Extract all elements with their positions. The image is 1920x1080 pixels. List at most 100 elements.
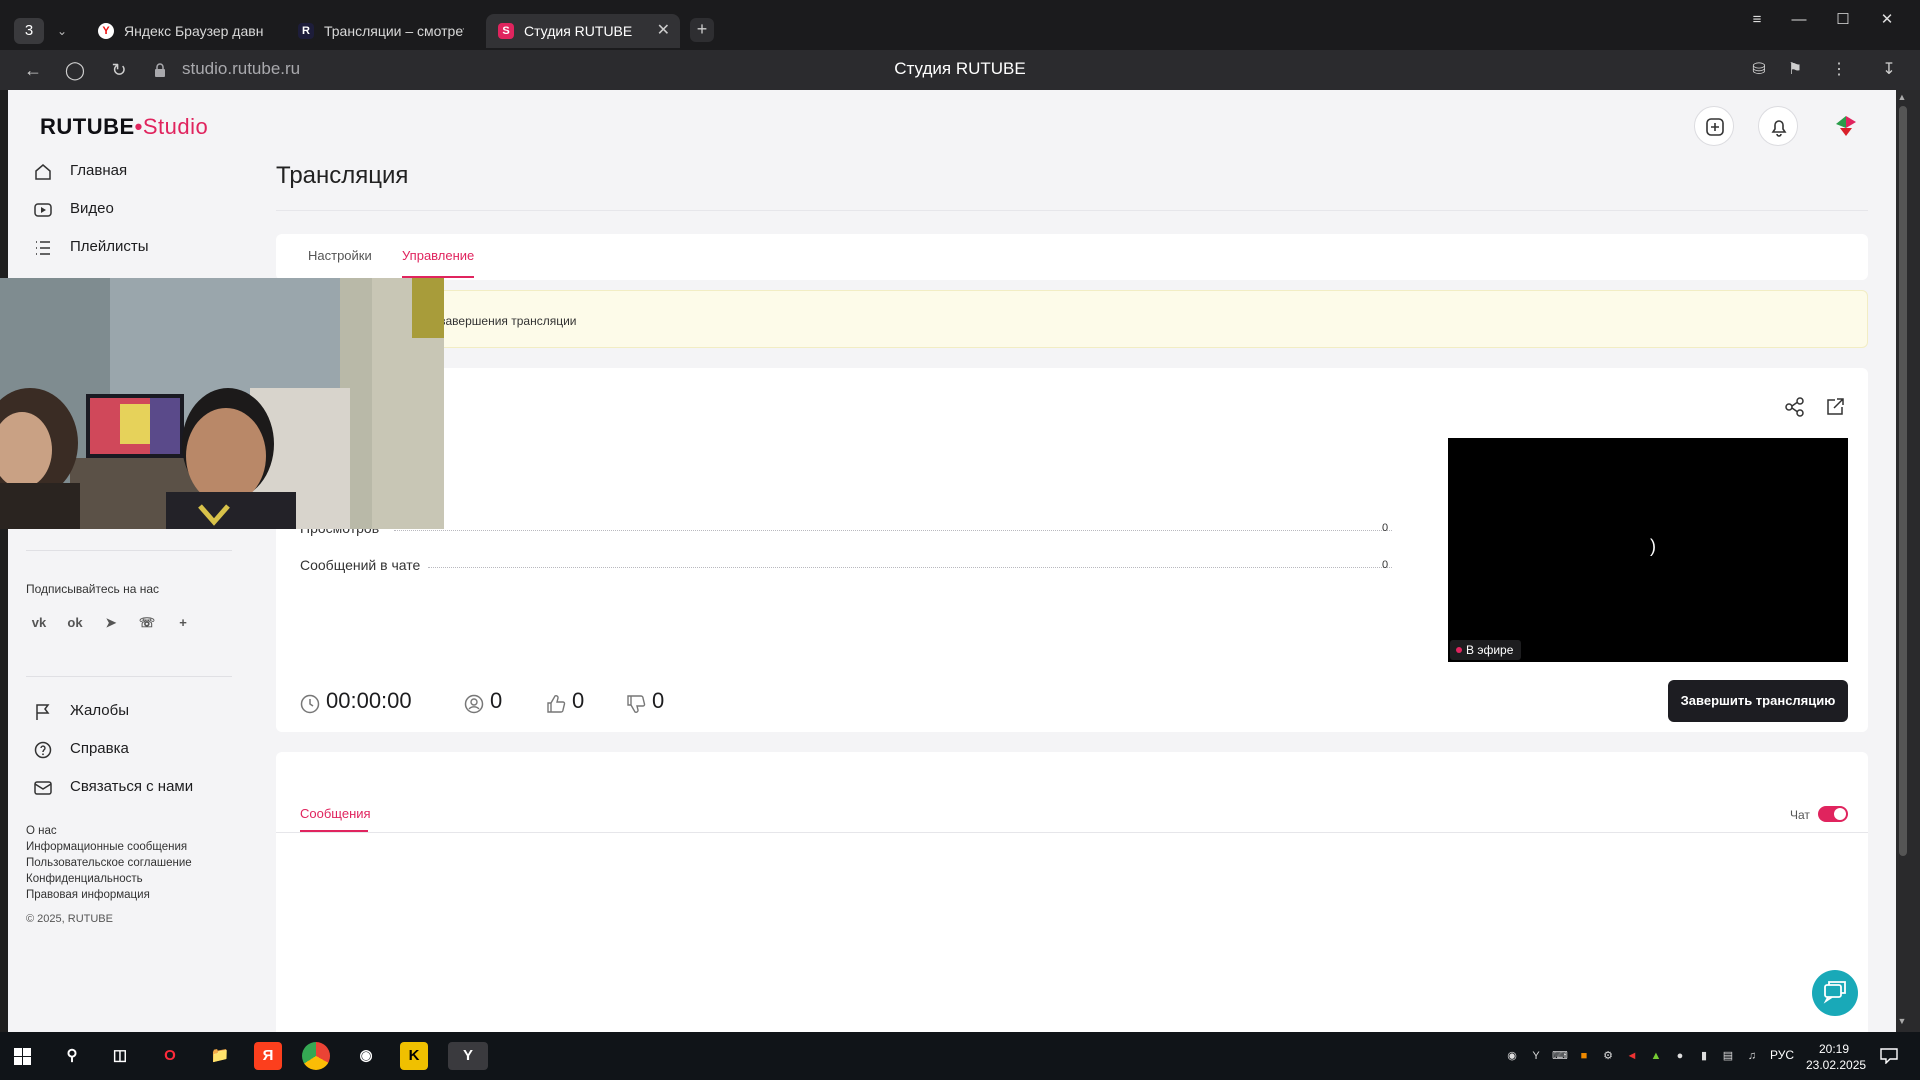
tray-app-icon[interactable]: ◉ <box>1504 1048 1520 1064</box>
browser-tab-bar: 3 ⌄ Y Яндекс Браузер давно не R Трансляц… <box>0 0 1920 50</box>
footer-link-privacy[interactable]: Конфиденциальность <box>26 873 143 885</box>
minimize-icon[interactable]: — <box>1782 8 1816 32</box>
obs-icon[interactable]: ◉ <box>352 1042 380 1070</box>
extensions-icon[interactable]: ⛁ <box>1746 58 1772 82</box>
maximize-icon[interactable]: ☐ <box>1826 8 1860 32</box>
tray-network-icon[interactable]: ▤ <box>1720 1048 1736 1064</box>
tab-settings[interactable]: Настройки <box>308 248 372 263</box>
browser-tab-rutube[interactable]: R Трансляции – смотреть в <box>286 14 478 48</box>
tab-label: Трансляции – смотреть в <box>324 23 464 39</box>
chat-bubble-icon <box>1823 981 1846 1004</box>
chat-toggle[interactable] <box>1818 806 1848 822</box>
share-icon[interactable] <box>1784 396 1806 418</box>
url-field[interactable]: studio.rutube.ru <box>182 59 300 79</box>
new-tab-button[interactable]: + <box>690 18 714 42</box>
sidebar-item-label: Связаться с нами <box>70 778 194 795</box>
app-icon[interactable]: K <box>400 1042 428 1070</box>
clock-time: 20:19 <box>1818 1042 1850 1056</box>
webcam-feed-image <box>0 278 444 529</box>
footer-link-info[interactable]: Информационные сообщения <box>26 841 187 853</box>
windows-start-icon[interactable] <box>14 1048 31 1065</box>
menu-icon[interactable]: ≡ <box>1740 8 1774 32</box>
telegram-icon[interactable]: ➤ <box>98 610 124 636</box>
avatar[interactable] <box>1826 106 1866 146</box>
address-bar: ← ◯ ↻ studio.rutube.ru Студия RUTUBE ⛁ ⚑… <box>0 50 1920 90</box>
windows-taskbar: ⚲ ◫ O 📁 Я ◉ K Y ◉ Y ⌨ ■ ⚙ ◄ ▲ ● ▮ ▤ ♫ РУ… <box>0 1032 1920 1080</box>
footer-link-about[interactable]: О нас <box>26 825 57 837</box>
notifications-center-icon[interactable] <box>1880 1048 1898 1064</box>
download-icon[interactable]: ↧ <box>1876 58 1902 82</box>
footer-link-terms[interactable]: Пользовательское соглашение <box>26 857 192 869</box>
rutube-studio-logo[interactable]: RUTUBE•Studio <box>40 114 208 140</box>
tray-steam-icon[interactable]: ⚙ <box>1600 1048 1616 1064</box>
logo-suffix: Studio <box>142 114 209 139</box>
open-external-icon[interactable] <box>1824 396 1846 418</box>
chat-toggle-label: Чат <box>1790 808 1810 822</box>
flag-icon <box>36 704 50 720</box>
tab-control[interactable]: Управление <box>402 248 474 263</box>
tray-usb-icon[interactable]: ▮ <box>1696 1048 1712 1064</box>
chrome-icon[interactable] <box>302 1042 330 1070</box>
more-icon[interactable]: ⋮ <box>1826 58 1852 82</box>
rutube-favicon-icon: R <box>298 23 314 39</box>
browser-tab-yandex[interactable]: Y Яндекс Браузер давно не <box>86 14 278 48</box>
sidebar-item-label: Главная <box>70 162 128 179</box>
notifications-button[interactable] <box>1758 106 1798 146</box>
loading-spinner-icon: ) <box>1650 536 1656 556</box>
vk-icon[interactable]: vk <box>26 610 52 636</box>
like-icon <box>547 695 566 713</box>
dislike-icon <box>627 695 646 713</box>
scroll-down-icon[interactable]: ▼ <box>1896 1016 1908 1030</box>
tray-keyboard-icon[interactable]: ⌨ <box>1552 1048 1568 1064</box>
tray-nvidia-icon[interactable]: ▲ <box>1648 1048 1664 1064</box>
viewers-count: 0 <box>490 688 503 713</box>
tab-messages[interactable]: Сообщения <box>300 806 371 821</box>
task-view-icon[interactable]: ◫ <box>106 1042 134 1070</box>
end-stream-button[interactable]: Завершить трансляцию <box>1668 680 1848 722</box>
tray-app2-icon[interactable]: ■ <box>1576 1048 1592 1064</box>
ok-icon[interactable]: ok <box>62 610 88 636</box>
tab-label: Яндекс Браузер давно не <box>124 23 264 39</box>
language-indicator[interactable]: РУС <box>1770 1048 1794 1062</box>
messages-divider <box>276 832 1868 833</box>
yandex-favicon-icon: Y <box>98 23 114 39</box>
file-explorer-icon[interactable]: 📁 <box>206 1042 234 1070</box>
sidebar-divider <box>26 550 232 551</box>
support-chat-button[interactable] <box>1812 970 1858 1016</box>
scroll-up-icon[interactable]: ▲ <box>1896 92 1908 106</box>
stat-chat-label: Сообщений в чате <box>300 557 421 573</box>
tab-counter-button[interactable]: 3 <box>14 18 44 44</box>
logo-brand: RUTUBE <box>40 114 135 139</box>
stream-preview-player[interactable] <box>1448 438 1848 662</box>
add-video-icon <box>1706 118 1724 136</box>
tray-yandex-icon[interactable]: Y <box>1528 1048 1544 1064</box>
clock-date: 23.02.2025 <box>1806 1058 1867 1072</box>
search-icon[interactable]: ⚲ <box>58 1042 86 1070</box>
browser-tab-studio[interactable]: S Студия RUTUBE ✕ <box>486 14 680 48</box>
stream-duration: 00:00:00 <box>326 688 412 713</box>
webcam-overlay <box>0 278 444 529</box>
yandex-icon[interactable]: Я <box>254 1042 282 1070</box>
yandex-browser-icon[interactable]: Y <box>448 1042 488 1070</box>
opera-icon[interactable]: O <box>156 1042 184 1070</box>
footer-link-legal[interactable]: Правовая информация <box>26 889 150 901</box>
stat-leader <box>394 530 1392 531</box>
close-window-icon[interactable]: ✕ <box>1870 8 1904 32</box>
tray-app3-icon[interactable]: ◄ <box>1624 1048 1640 1064</box>
tray-volume-icon[interactable]: ♫ <box>1744 1048 1760 1064</box>
upload-button[interactable] <box>1694 106 1734 146</box>
tabs-dropdown-icon[interactable]: ⌄ <box>52 18 72 44</box>
bookmark-icon[interactable]: ⚑ <box>1782 58 1808 82</box>
help-icon <box>34 741 52 759</box>
reload-icon[interactable]: ↻ <box>106 58 132 82</box>
taskbar-clock[interactable]: 20:19 23.02.2025 <box>1806 1041 1867 1073</box>
viber-icon[interactable]: ☏ <box>134 610 160 636</box>
copyright: © 2025, RUTUBE <box>26 913 113 925</box>
back-icon[interactable]: ← <box>20 58 46 82</box>
yandex-protect-icon[interactable]: ◯ <box>62 58 88 82</box>
close-tab-icon[interactable]: ✕ <box>657 14 670 48</box>
tray-mic-icon[interactable]: ● <box>1672 1048 1688 1064</box>
stat-views-value: 0 <box>1382 522 1389 534</box>
scrollbar-thumb[interactable] <box>1899 106 1907 856</box>
plus-icon[interactable]: + <box>170 610 196 636</box>
